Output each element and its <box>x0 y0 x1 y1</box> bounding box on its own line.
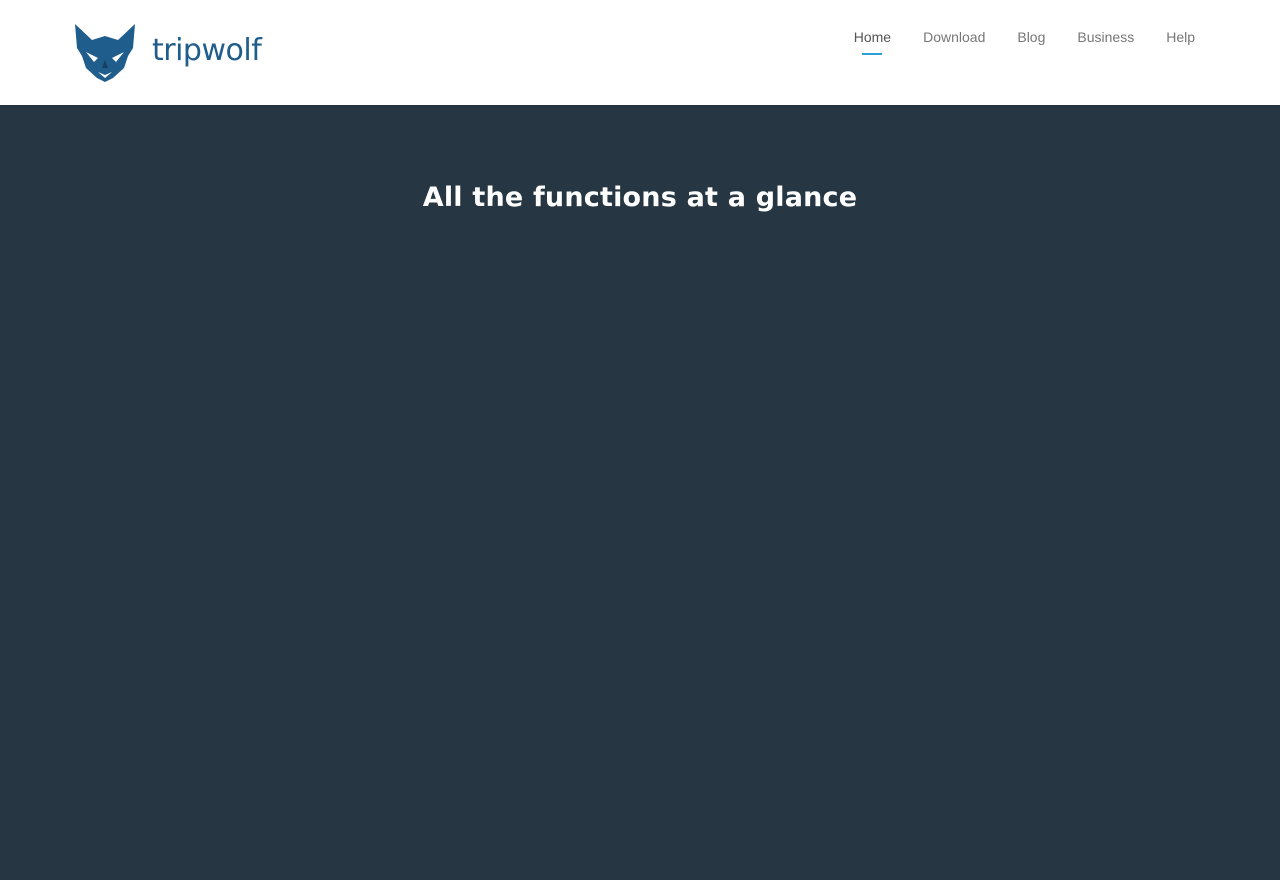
nav-download[interactable]: Download <box>923 29 985 45</box>
brand-name: tripwolf <box>152 32 262 68</box>
hero-section: All the functions at a glance <box>0 105 1280 880</box>
nav-blog[interactable]: Blog <box>1017 29 1045 45</box>
nav-home[interactable]: Home <box>854 29 891 45</box>
wolf-head-icon <box>75 24 135 82</box>
logo-link[interactable]: tripwolf <box>72 22 262 82</box>
main-nav: Home Download Blog Business Help <box>854 27 1195 47</box>
nav-help[interactable]: Help <box>1166 29 1195 45</box>
page-title: All the functions at a glance <box>422 182 858 213</box>
site-header: tripwolf Home Download Blog Business Hel… <box>0 0 1280 105</box>
nav-business[interactable]: Business <box>1077 29 1134 45</box>
